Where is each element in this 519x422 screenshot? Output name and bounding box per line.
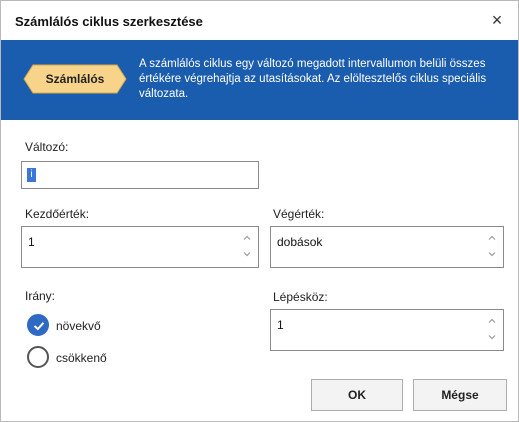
title-bar: Számlálós ciklus szerkesztése × bbox=[1, 1, 518, 39]
variable-value: i bbox=[27, 168, 36, 182]
end-value-spinner[interactable] bbox=[485, 233, 499, 263]
chevron-up-icon[interactable] bbox=[242, 233, 252, 243]
chevron-down-icon[interactable] bbox=[487, 249, 497, 259]
radio-decreasing[interactable] bbox=[27, 346, 49, 368]
end-value-field[interactable]: dobások bbox=[270, 226, 504, 268]
dialog-window: Számlálós ciklus szerkesztése × Számláló… bbox=[0, 0, 519, 422]
direction-label: Irány: bbox=[25, 289, 56, 303]
loop-type-badge: Számlálós bbox=[23, 64, 127, 94]
step-value-text: 1 bbox=[277, 318, 284, 332]
check-icon bbox=[33, 322, 45, 331]
end-value-label: Végérték: bbox=[273, 207, 325, 221]
badge-label: Számlálós bbox=[45, 72, 105, 86]
end-value-text: dobások bbox=[277, 235, 323, 249]
start-value-spinner[interactable] bbox=[240, 233, 254, 263]
step-field[interactable]: 1 bbox=[270, 309, 504, 351]
ok-button[interactable]: OK bbox=[311, 379, 403, 411]
variable-input[interactable]: i bbox=[21, 161, 259, 189]
variable-label: Változó: bbox=[25, 140, 69, 154]
chevron-up-icon[interactable] bbox=[487, 316, 497, 326]
step-label: Lépésköz: bbox=[273, 290, 328, 304]
banner-description: A számlálós ciklus egy változó megadott … bbox=[139, 58, 487, 100]
cancel-button[interactable]: Mégse bbox=[413, 379, 507, 411]
radio-increasing[interactable] bbox=[27, 314, 49, 336]
start-value-field[interactable]: 1 bbox=[21, 226, 259, 268]
info-banner: Számlálós A számlálós ciklus egy változó… bbox=[1, 40, 518, 120]
chevron-down-icon[interactable] bbox=[487, 332, 497, 342]
step-spinner[interactable] bbox=[485, 316, 499, 346]
chevron-down-icon[interactable] bbox=[242, 249, 252, 259]
radio-decreasing-label[interactable]: csökkenő bbox=[56, 351, 107, 365]
start-value-text: 1 bbox=[28, 235, 35, 249]
chevron-up-icon[interactable] bbox=[487, 233, 497, 243]
dialog-title: Számlálós ciklus szerkesztése bbox=[15, 14, 203, 29]
close-icon[interactable]: × bbox=[486, 9, 508, 31]
start-value-label: Kezdőérték: bbox=[25, 207, 90, 221]
radio-increasing-label[interactable]: növekvő bbox=[56, 319, 101, 333]
